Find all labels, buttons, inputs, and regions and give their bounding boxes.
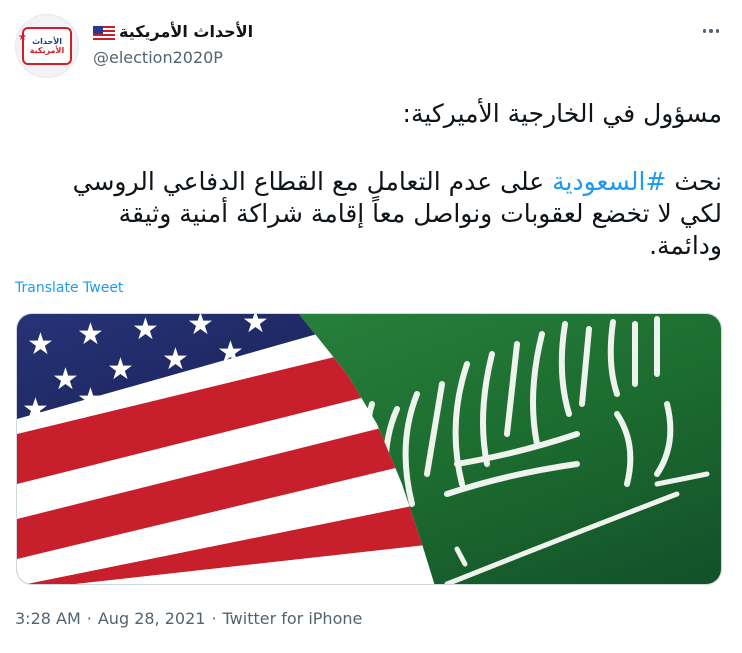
tweet-source[interactable]: Twitter for iPhone <box>223 608 363 630</box>
avatar-text-line1: الأحداث <box>32 37 62 46</box>
us-flag-icon <box>93 25 115 40</box>
svg-text:★: ★ <box>22 392 49 427</box>
meta-separator: · <box>86 609 92 628</box>
author-display-name[interactable]: الأحداث الأمريكية <box>93 22 253 42</box>
svg-text:★: ★ <box>162 342 189 377</box>
svg-text:★: ★ <box>52 362 79 397</box>
us-saudi-flags-image[interactable]: ★ ★ ★ ★ ★ ★ ★ ★ ★ ★ ★ <box>16 313 722 585</box>
avatar-text-line2: الأمريكية <box>29 46 65 55</box>
tweet-text: مسؤول في الخارجية الأميركية: نحث #السعود… <box>60 98 722 262</box>
svg-text:★: ★ <box>27 327 54 362</box>
avatar[interactable]: ★ الأحداث الأمريكية <box>15 14 79 78</box>
svg-text:★: ★ <box>107 352 134 387</box>
more-options-icon[interactable] <box>700 22 722 40</box>
svg-text:★: ★ <box>242 314 269 340</box>
star-icon: ★ <box>18 32 27 43</box>
meta-separator: · <box>211 609 217 628</box>
tweet-heading: مسؤول في الخارجية الأميركية: <box>402 99 722 128</box>
hashtag-link[interactable]: #السعودية <box>552 167 666 196</box>
svg-text:★: ★ <box>132 314 159 347</box>
translate-tweet-link[interactable]: Translate Tweet <box>15 279 123 297</box>
avatar-logo: ★ الأحداث الأمريكية <box>18 27 72 65</box>
display-name-text: الأحداث الأمريكية <box>119 22 254 41</box>
tweet-body: نحث #السعودية على عدم التعامل مع القطاع … <box>60 166 722 262</box>
author-handle[interactable]: @election2020P <box>93 48 223 68</box>
svg-text:★: ★ <box>187 314 214 342</box>
tweet-metadata: 3:28 AM · Aug 28, 2021 · Twitter for iPh… <box>15 608 362 630</box>
svg-text:★: ★ <box>77 317 104 352</box>
svg-text:★: ★ <box>217 335 244 370</box>
tweet-body-prefix: نحث <box>666 167 722 196</box>
tweet-time[interactable]: 3:28 AM <box>15 608 81 630</box>
tweet-date[interactable]: Aug 28, 2021 <box>98 608 206 630</box>
svg-text:★: ★ <box>77 382 104 417</box>
